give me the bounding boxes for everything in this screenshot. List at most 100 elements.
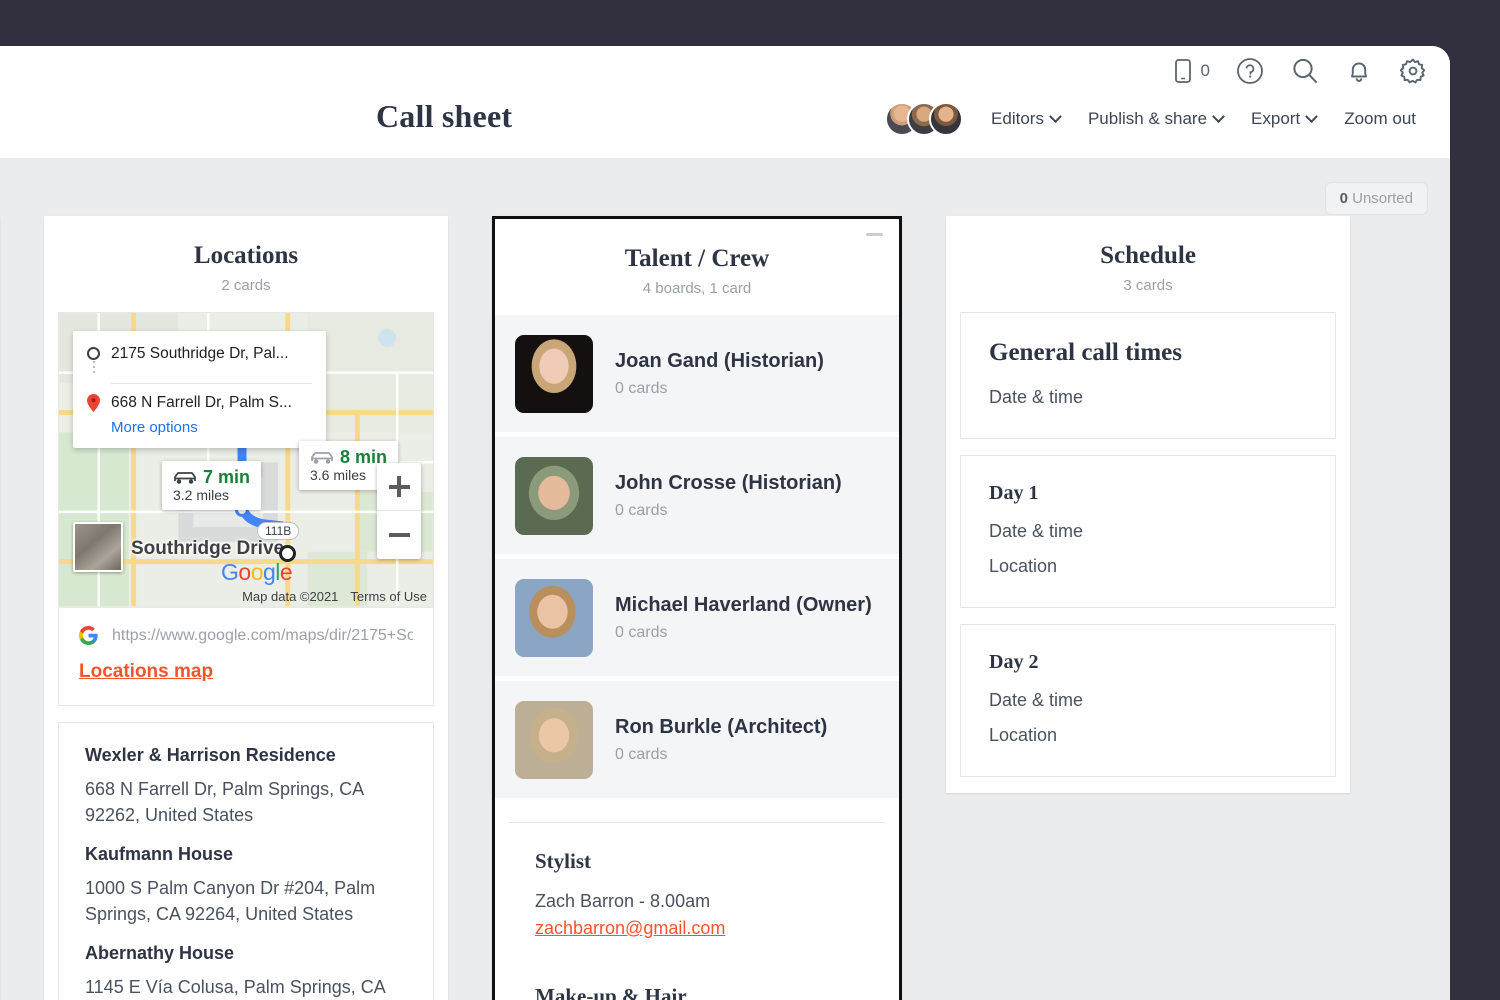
- addresses-card[interactable]: Wexler & Harrison Residence 668 N Farrel…: [58, 722, 434, 1000]
- zoom-out-button[interactable]: Zoom out: [1330, 103, 1430, 135]
- address-name: Abernathy House: [85, 943, 235, 964]
- chevron-down-icon: [1305, 109, 1319, 123]
- column-locations[interactable]: Locations 2 cards 2175 Southridge Dr, Pa…: [44, 216, 448, 1000]
- origin-row: 2175 Southridge Dr, Pal...: [87, 344, 312, 375]
- address-value: 1145 E Vía Colusa, Palm Springs, CA 9226…: [85, 977, 385, 998]
- crew-email-link[interactable]: zachbarron@gmail.com: [535, 915, 859, 942]
- map-url: https://www.google.com/maps/dir/2175+So: [112, 626, 413, 644]
- locations-map-link[interactable]: Locations map: [79, 661, 213, 683]
- map-zoom-controls[interactable]: [377, 463, 421, 559]
- screen: 0 Call sheet Editors Publish & share Exp…: [0, 0, 1500, 1000]
- chevron-down-icon: [1212, 109, 1225, 123]
- terms-of-use-link[interactable]: Terms of Use: [350, 589, 427, 604]
- mobile-icon: [1172, 58, 1194, 84]
- settings-button[interactable]: [1398, 56, 1428, 86]
- publish-share-dropdown[interactable]: Publish & share: [1074, 103, 1237, 135]
- map-data-attribution: Map data ©2021: [242, 589, 339, 604]
- mobile-preview-button[interactable]: 0: [1172, 58, 1210, 84]
- address-name: Kaufmann House: [85, 844, 234, 865]
- schedule-card-heading: General call times: [989, 339, 1182, 366]
- origin-address: 2175 Southridge Dr, Pal...: [111, 345, 289, 362]
- person-card-count: 0 cards: [615, 745, 668, 763]
- search-icon: [1290, 56, 1320, 86]
- person-name: Joan Gand (Historian): [615, 349, 824, 372]
- google-logo: Google: [221, 559, 293, 585]
- column-schedule[interactable]: Schedule 3 cards General call times Date…: [946, 216, 1350, 793]
- more-options-link[interactable]: More options: [111, 419, 312, 436]
- crew-card[interactable]: Stylist Zach Barron - 8.00am zachbarron@…: [509, 822, 885, 1000]
- locations-header: Locations 2 cards: [44, 216, 448, 312]
- minus-icon: [388, 533, 410, 537]
- avatar: [515, 578, 593, 657]
- person-name: John Crosse (Historian): [615, 471, 842, 494]
- editors-dropdown[interactable]: Editors: [977, 103, 1074, 135]
- map-footer: Map data ©2021 Terms of Use: [242, 589, 427, 604]
- mobile-count: 0: [1200, 61, 1210, 80]
- column-title: Talent / Crew: [624, 245, 770, 272]
- schedule-card-line: Location: [989, 556, 1058, 576]
- map-zoom-in-button[interactable]: [377, 463, 421, 511]
- column-title: Schedule: [1100, 242, 1196, 269]
- talent-header: Talent / Crew 4 boards, 1 card: [495, 219, 899, 315]
- schedule-card[interactable]: Day 1 Date & time Location: [960, 455, 1336, 608]
- list-item[interactable]: Michael Haverland (Owner) 0 cards: [495, 559, 899, 676]
- export-dropdown[interactable]: Export: [1237, 103, 1330, 135]
- address-name: Wexler & Harrison Residence: [85, 745, 336, 765]
- header-actions: Editors Publish & share Export Zoom out: [885, 102, 1430, 136]
- map-url-row: https://www.google.com/maps/dir/2175+So: [59, 608, 433, 645]
- schedule-card-line: Date & time: [989, 521, 1084, 541]
- directions-card[interactable]: 2175 Southridge Dr, Pal... 668 N Farrell…: [73, 331, 326, 448]
- search-button[interactable]: [1290, 56, 1320, 86]
- schedule-card[interactable]: General call times Date & time: [960, 312, 1336, 439]
- help-button[interactable]: [1236, 57, 1264, 85]
- schedule-card[interactable]: Day 2 Date & time Location: [960, 624, 1336, 777]
- minimize-icon[interactable]: [866, 233, 883, 236]
- street-view-thumbnail[interactable]: [73, 522, 123, 572]
- person-card-count: 0 cards: [615, 379, 668, 397]
- bell-icon: [1346, 57, 1372, 85]
- route-bubble-primary[interactable]: 7 min 3.2 miles: [162, 461, 262, 510]
- column-title: Locations: [193, 242, 299, 269]
- avatar: [515, 334, 593, 413]
- list-item[interactable]: Ron Burkle (Architect) 0 cards: [495, 681, 899, 798]
- map-card[interactable]: 2175 Southridge Dr, Pal... 668 N Farrell…: [58, 312, 434, 706]
- chevron-down-icon: [1049, 109, 1062, 123]
- schedule-header: Schedule 3 cards: [946, 216, 1350, 312]
- board-columns: Locations 2 cards 2175 Southridge Dr, Pa…: [0, 216, 1394, 1000]
- map-zoom-out-button[interactable]: [377, 511, 421, 559]
- zoom-out-label: Zoom out: [1344, 109, 1416, 128]
- avatar: [515, 456, 593, 535]
- unsorted-badge[interactable]: 0 Unsorted: [1324, 182, 1428, 215]
- schedule-card-line: Location: [989, 725, 1058, 745]
- column-subtitle: 3 cards: [1123, 277, 1173, 294]
- destination-address: 668 N Farrell Dr, Palm S...: [111, 394, 292, 411]
- list-item[interactable]: Joan Gand (Historian) 0 cards: [495, 315, 899, 432]
- avatar: [929, 102, 964, 136]
- board-area: 0 Unsorted Locations 2 cards 2175 Southr…: [0, 158, 1450, 1000]
- editor-avatars[interactable]: [885, 102, 964, 136]
- person-name: Michael Haverland (Owner): [615, 593, 872, 616]
- help-icon: [1236, 57, 1264, 85]
- export-label: Export: [1251, 109, 1301, 128]
- list-item[interactable]: John Crosse (Historian) 0 cards: [495, 437, 899, 554]
- google-g-icon: [79, 626, 98, 645]
- address-value: 668 N Farrell Dr, Palm Springs, CA 92262…: [85, 779, 364, 826]
- route-dots-icon: [92, 361, 95, 374]
- schedule-card-line: Date & time: [989, 387, 1084, 407]
- map-pin-icon: [87, 394, 100, 412]
- top-bar: 0 Call sheet Editors Publish & share Exp…: [0, 46, 1450, 158]
- route-time: 7 min: [203, 467, 251, 487]
- person-name: Ron Burkle (Architect): [615, 715, 828, 738]
- unsorted-label: Unsorted: [1352, 190, 1413, 207]
- avatar: [515, 700, 593, 779]
- map-canvas[interactable]: 2175 Southridge Dr, Pal... 668 N Farrell…: [59, 313, 433, 608]
- column-talent-crew[interactable]: Talent / Crew 4 boards, 1 card Joan Gand…: [492, 216, 902, 1000]
- crew-role: Make-up & Hair: [535, 984, 687, 1000]
- divider: [111, 383, 312, 384]
- notifications-button[interactable]: [1346, 57, 1372, 85]
- destination-row: 668 N Farrell Dr, Palm S...: [87, 393, 312, 412]
- person-card-count: 0 cards: [615, 501, 668, 519]
- gear-icon: [1398, 56, 1428, 86]
- route-distance: 3.2 miles: [173, 487, 230, 503]
